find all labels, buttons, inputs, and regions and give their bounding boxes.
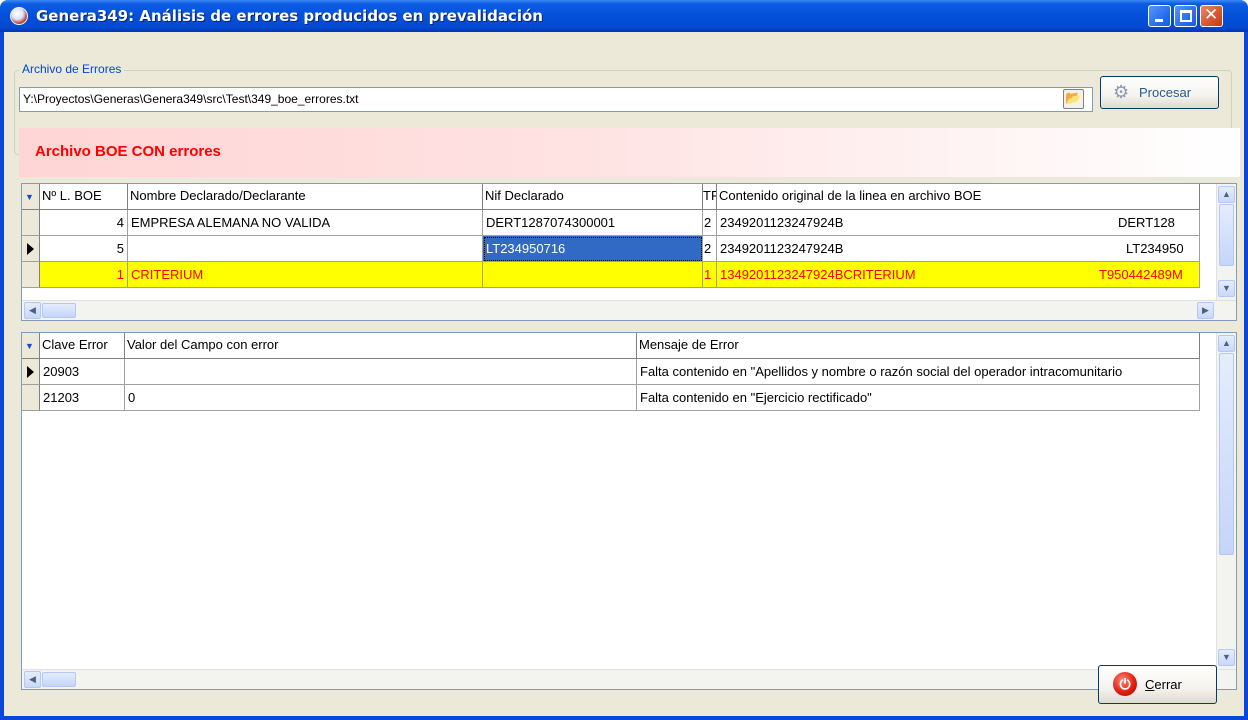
cell-code[interactable]: 20903: [40, 359, 125, 385]
cell-content-text: 2349201123247924B: [720, 241, 844, 256]
cell-content-tail: DERT128: [1118, 215, 1175, 230]
table-row[interactable]: 5 LT234950716 2 2349201123247924B LT2349…: [22, 236, 1200, 262]
cell-line[interactable]: 5: [40, 236, 128, 262]
col-header-line[interactable]: Nº L. BOE: [40, 184, 128, 209]
banner-text: Archivo BOE CON errores: [35, 143, 221, 160]
scroll-down-icon[interactable]: ▼: [1218, 649, 1235, 666]
col-header-value[interactable]: Valor del Campo con error: [125, 333, 637, 358]
close-window-button[interactable]: ✕: [1200, 5, 1223, 27]
cell-value[interactable]: [125, 359, 637, 385]
cell-tr[interactable]: 2: [703, 210, 717, 236]
cell-name[interactable]: CRITERIUM: [128, 262, 483, 288]
scroll-up-icon[interactable]: ▲: [1218, 335, 1235, 352]
scroll-down-icon[interactable]: ▼: [1218, 280, 1235, 297]
cell-nif[interactable]: [483, 262, 703, 288]
current-row-arrow-icon: [27, 366, 34, 378]
cell-name[interactable]: EMPRESA ALEMANA NO VALIDA: [128, 210, 483, 236]
cell-line[interactable]: 4: [40, 210, 128, 236]
scroll-left-icon[interactable]: ◀: [24, 302, 41, 319]
file-path-input[interactable]: Y:\Proyectos\Generas\Genera349\src\Test\…: [19, 87, 1093, 112]
table-row[interactable]: 21203 0 Falta contenido en "Ejercicio re…: [22, 385, 1200, 411]
minimize-button[interactable]: [1148, 5, 1171, 27]
scroll-right-icon[interactable]: ▶: [1197, 302, 1214, 319]
header-indicator: ▼: [22, 333, 40, 358]
cell-content[interactable]: 2349201123247924B LT234950: [717, 236, 1200, 262]
sort-down-icon: ▼: [25, 192, 34, 202]
maximize-icon: [1180, 10, 1192, 22]
table-row-highlighted[interactable]: 1 CRITERIUM 1 1349201123247924BCRITERIUM…: [22, 262, 1200, 288]
row-indicator: [22, 236, 40, 262]
records-grid[interactable]: ▼ Nº L. BOE Nombre Declarado/Declarante …: [21, 183, 1237, 321]
cell-name[interactable]: [128, 236, 483, 262]
col-header-code[interactable]: Clave Error: [40, 333, 125, 358]
maximize-button[interactable]: [1174, 5, 1197, 27]
window-title: Genera349: Análisis de errores producido…: [36, 7, 543, 25]
records-horizontal-scrollbar[interactable]: ◀ ▶: [22, 300, 1236, 320]
cell-tr[interactable]: 2: [703, 236, 717, 262]
cell-content[interactable]: 1349201123247924BCRITERIUM T950442489M: [717, 262, 1200, 288]
col-header-message[interactable]: Mensaje de Error: [637, 333, 1200, 358]
cell-content-text: 2349201123247924B: [720, 215, 844, 230]
col-header-nif[interactable]: Nif Declarado: [483, 184, 703, 209]
row-indicator: [22, 210, 40, 236]
cell-content-text: 1349201123247924BCRITERIUM: [720, 267, 916, 282]
browse-button[interactable]: 📂: [1063, 89, 1084, 109]
groupbox-legend: Archivo de Errores: [19, 62, 125, 76]
errors-grid-header: ▼ Clave Error Valor del Campo con error …: [22, 333, 1200, 359]
records-vertical-scrollbar[interactable]: ▲ ▼: [1216, 184, 1236, 300]
cell-line[interactable]: 1: [40, 262, 128, 288]
errors-vertical-scrollbar[interactable]: ▲ ▼: [1216, 333, 1236, 669]
power-icon: ⏻: [1113, 672, 1137, 696]
errors-horizontal-scrollbar[interactable]: ◀ ▶: [22, 669, 1236, 689]
scroll-thumb[interactable]: [1219, 353, 1234, 555]
close-icon: ✕: [1204, 5, 1219, 25]
records-grid-header: ▼ Nº L. BOE Nombre Declarado/Declarante …: [22, 184, 1200, 210]
main-window: Genera349: Análisis de errores producido…: [0, 0, 1248, 720]
row-indicator: [22, 262, 40, 288]
minimize-icon: [1155, 19, 1163, 22]
scroll-up-icon[interactable]: ▲: [1218, 186, 1235, 203]
col-header-tr[interactable]: TR: [703, 184, 717, 209]
cell-tr[interactable]: 1: [703, 262, 717, 288]
current-row-arrow-icon: [27, 243, 34, 255]
cell-content-tail: LT234950: [1126, 241, 1184, 256]
scroll-thumb[interactable]: [42, 672, 76, 687]
cell-message[interactable]: Falta contenido en "Ejercicio rectificad…: [637, 385, 1200, 411]
app-icon: [10, 7, 28, 25]
process-button[interactable]: ⚙ Procesar: [1100, 76, 1219, 109]
cell-nif[interactable]: DERT1287074300001: [483, 210, 703, 236]
header-indicator: ▼: [22, 184, 40, 209]
process-button-label: Procesar: [1139, 85, 1192, 100]
folder-open-icon: 📂: [1065, 91, 1082, 106]
table-row[interactable]: 4 EMPRESA ALEMANA NO VALIDA DERT12870743…: [22, 210, 1200, 236]
cell-message[interactable]: Falta contenido en "Apellidos y nombre o…: [637, 359, 1200, 385]
cell-code[interactable]: 21203: [40, 385, 125, 411]
sort-down-icon: ▼: [25, 341, 34, 351]
table-row[interactable]: 20903 Falta contenido en "Apellidos y no…: [22, 359, 1200, 385]
title-bar[interactable]: Genera349: Análisis de errores producido…: [0, 0, 1248, 32]
status-banner: Archivo BOE CON errores: [19, 128, 1240, 177]
cell-content[interactable]: 2349201123247924B DERT128: [717, 210, 1200, 236]
col-header-name[interactable]: Nombre Declarado/Declarante: [128, 184, 483, 209]
cell-nif-selected[interactable]: LT234950716: [483, 236, 703, 262]
scroll-left-icon[interactable]: ◀: [24, 671, 41, 688]
errors-grid[interactable]: ▼ Clave Error Valor del Campo con error …: [21, 332, 1237, 690]
cell-value[interactable]: 0: [125, 385, 637, 411]
row-indicator: [22, 359, 40, 385]
scroll-thumb[interactable]: [42, 303, 76, 318]
close-button[interactable]: ⏻ Cerrar: [1098, 665, 1217, 704]
row-indicator: [22, 385, 40, 411]
cell-content-tail: T950442489M: [1099, 267, 1183, 282]
col-header-content[interactable]: Contenido original de la linea en archiv…: [717, 184, 1200, 209]
gears-icon: ⚙: [1113, 82, 1130, 102]
scroll-thumb[interactable]: [1219, 204, 1234, 266]
close-button-label: Cerrar: [1145, 677, 1182, 692]
client-area: Archivo de Errores Y:\Proyectos\Generas\…: [4, 32, 1244, 716]
